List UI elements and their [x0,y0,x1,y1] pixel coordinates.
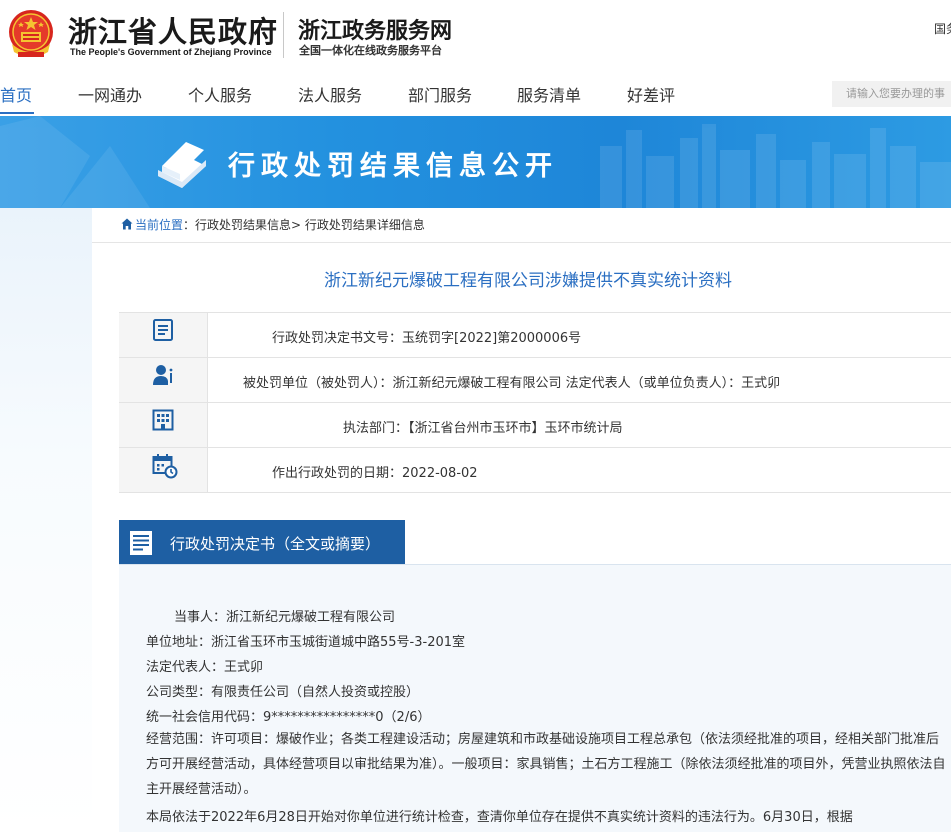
page-banner: 行政处罚结果信息公开 [0,116,951,208]
site-subtitle: 全国一体化在线政务服务平台 [299,44,442,57]
search-input[interactable] [832,81,951,107]
main-nav: 首页 一网通办 个人服务 法人服务 部门服务 服务清单 好差评 [0,70,951,116]
breadcrumb-item-detail: > 行政处罚结果详细信息 [291,218,425,232]
info-icon-cell [119,448,208,492]
calendar-icon [152,454,178,479]
breadcrumb-separator: ： [183,218,196,232]
info-row-penalty-date: 作出行政处罚的日期：2022-08-02 [119,448,951,493]
info-row-enforcement-dept: 执法部门：【浙江省台州市玉环市】玉环市统计局 [119,403,951,448]
nav-item-one-stop[interactable]: 一网通办 [78,82,142,106]
doc-business-scope: 经营范围：许可项目：爆破作业；各类工程建设活动；房屋建筑和市政基础设施项目工程总… [146,732,946,797]
home-icon [121,218,133,230]
gov-subtitle: The People's Government of Zhejiang Prov… [70,47,272,57]
site-header: 浙江省人民政府 The People's Government of Zheji… [0,0,951,70]
book-icon [158,142,206,188]
banner-title: 行政处罚结果信息公开 [228,151,558,182]
info-row-decision-number: 行政处罚决定书文号：玉统罚字[2022]第2000006号 [119,313,951,358]
breadcrumb-current-label: 当前位置 [135,218,184,232]
nav-item-home[interactable]: 首页 [0,82,32,106]
header-top-link[interactable]: 国务 [934,20,951,37]
national-emblem-icon [9,10,53,57]
nav-item-service-list[interactable]: 服务清单 [517,82,581,106]
info-icon-cell [119,358,208,402]
building-icon [152,409,174,431]
breadcrumb: 当前位置：行政处罚结果信息> 行政处罚结果详细信息 [121,216,425,233]
nav-item-personal[interactable]: 个人服务 [188,82,252,106]
enforcement-dept-text: 执法部门：【浙江省台州市玉环市】玉环市统计局 [343,421,623,436]
document-icon [153,319,173,341]
penalty-date-text: 作出行政处罚的日期：2022-08-02 [272,466,478,481]
nav-item-department[interactable]: 部门服务 [408,82,472,106]
document-list-icon [130,531,152,555]
decision-section-label: 行政处罚决定书（全文或摘要） [170,535,381,553]
doc-address: 单位地址：浙江省玉环市玉城街道城中路55号-3-201室 [146,635,466,650]
gov-title: 浙江省人民政府 [68,15,279,49]
doc-company-type: 公司类型：有限责任公司（自然人投资或控股） [146,685,420,700]
doc-credit-code: 统一社会信用代码：9****************0（2/6） [146,710,431,725]
doc-legal-rep: 法定代表人：王式卯 [146,660,264,675]
page-side-background [0,208,92,832]
penalized-party-text: 被处罚单位（被处罚人）：浙江新纪元爆破工程有限公司 法定代表人（或单位负责人）：… [243,376,781,391]
nav-item-evaluation[interactable]: 好差评 [627,82,675,106]
info-row-penalized-party: 被处罚单位（被处罚人）：浙江新纪元爆破工程有限公司 法定代表人（或单位负责人）：… [119,358,951,403]
case-title: 浙江新纪元爆破工程有限公司涉嫌提供不真实统计资料 [324,271,732,291]
info-icon-cell [119,313,208,357]
header-divider [283,12,284,58]
info-icon-cell [119,403,208,447]
nav-item-corporate[interactable]: 法人服务 [298,82,362,106]
person-icon [153,365,173,385]
decision-number-text: 行政处罚决定书文号：玉统罚字[2022]第2000006号 [272,331,582,346]
doc-inspection-paragraph: 本局依法于2022年6月28日开始对你单位进行统计检查，查清你单位存在提供不真实… [146,810,853,825]
breadcrumb-divider [92,242,951,243]
case-info-table: 行政处罚决定书文号：玉统罚字[2022]第2000006号 被处罚单位（被处罚人… [119,312,951,493]
nav-active-underline [0,112,34,114]
site-title[interactable]: 浙江政务服务网 [298,13,452,45]
decision-section-tab[interactable]: 行政处罚决定书（全文或摘要） [119,520,405,565]
breadcrumb-link-results[interactable]: 行政处罚结果信息 [195,218,291,232]
doc-party: 当事人：浙江新纪元爆破工程有限公司 [174,610,396,625]
